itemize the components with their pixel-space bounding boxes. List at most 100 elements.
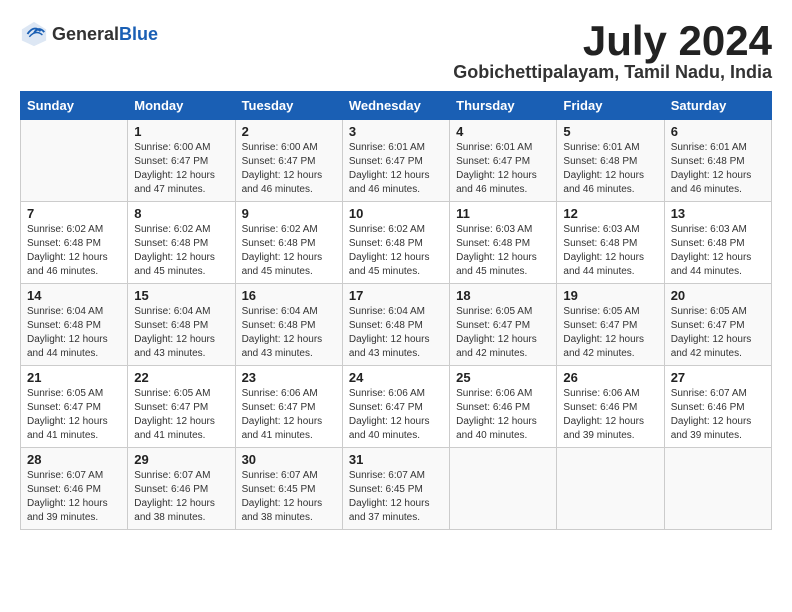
calendar-cell: 22 Sunrise: 6:05 AM Sunset: 6:47 PM Dayli… — [128, 366, 235, 448]
week-row-3: 14 Sunrise: 6:04 AM Sunset: 6:48 PM Dayli… — [21, 284, 772, 366]
calendar-cell: 9 Sunrise: 6:02 AM Sunset: 6:48 PM Daylig… — [235, 202, 342, 284]
cell-info: Sunrise: 6:05 AM Sunset: 6:47 PM Dayligh… — [563, 305, 657, 361]
calendar-cell: 20 Sunrise: 6:05 AM Sunset: 6:47 PM Dayli… — [664, 284, 771, 366]
cell-info: Sunrise: 6:03 AM Sunset: 6:48 PM Dayligh… — [563, 223, 657, 279]
cell-info: Sunrise: 6:04 AM Sunset: 6:48 PM Dayligh… — [242, 305, 336, 361]
calendar-cell: 11 Sunrise: 6:03 AM Sunset: 6:48 PM Dayli… — [450, 202, 557, 284]
column-header-saturday: Saturday — [664, 92, 771, 120]
week-row-2: 7 Sunrise: 6:02 AM Sunset: 6:48 PM Daylig… — [21, 202, 772, 284]
day-number: 12 — [563, 206, 657, 221]
cell-info: Sunrise: 6:03 AM Sunset: 6:48 PM Dayligh… — [456, 223, 550, 279]
calendar-cell: 17 Sunrise: 6:04 AM Sunset: 6:48 PM Dayli… — [342, 284, 449, 366]
logo: General Blue — [20, 20, 158, 48]
cell-info: Sunrise: 6:06 AM Sunset: 6:46 PM Dayligh… — [563, 387, 657, 443]
day-number: 5 — [563, 124, 657, 139]
calendar-cell: 16 Sunrise: 6:04 AM Sunset: 6:48 PM Dayli… — [235, 284, 342, 366]
cell-info: Sunrise: 6:07 AM Sunset: 6:46 PM Dayligh… — [27, 469, 121, 525]
day-number: 6 — [671, 124, 765, 139]
month-title: July 2024 — [453, 20, 772, 62]
day-number: 8 — [134, 206, 228, 221]
calendar-cell — [664, 448, 771, 530]
cell-info: Sunrise: 6:07 AM Sunset: 6:45 PM Dayligh… — [349, 469, 443, 525]
calendar-cell — [450, 448, 557, 530]
calendar-cell: 3Sunrise: 6:01 AM Sunset: 6:47 PM Daylig… — [342, 120, 449, 202]
logo-general: General — [52, 24, 119, 45]
calendar-cell: 8 Sunrise: 6:02 AM Sunset: 6:48 PM Daylig… — [128, 202, 235, 284]
cell-info: Sunrise: 6:01 AM Sunset: 6:47 PM Dayligh… — [349, 141, 443, 197]
day-number: 28 — [27, 452, 121, 467]
location-title: Gobichettipalayam, Tamil Nadu, India — [453, 62, 772, 83]
cell-info: Sunrise: 6:04 AM Sunset: 6:48 PM Dayligh… — [134, 305, 228, 361]
calendar-cell: 18 Sunrise: 6:05 AM Sunset: 6:47 PM Dayli… — [450, 284, 557, 366]
day-number: 20 — [671, 288, 765, 303]
cell-info: Sunrise: 6:05 AM Sunset: 6:47 PM Dayligh… — [671, 305, 765, 361]
cell-info: Sunrise: 6:04 AM Sunset: 6:48 PM Dayligh… — [349, 305, 443, 361]
calendar-cell: 14 Sunrise: 6:04 AM Sunset: 6:48 PM Dayli… — [21, 284, 128, 366]
day-number: 25 — [456, 370, 550, 385]
calendar-cell: 25 Sunrise: 6:06 AM Sunset: 6:46 PM Dayli… — [450, 366, 557, 448]
calendar-cell: 15 Sunrise: 6:04 AM Sunset: 6:48 PM Dayli… — [128, 284, 235, 366]
calendar-cell: 30Sunrise: 6:07 AM Sunset: 6:45 PM Dayli… — [235, 448, 342, 530]
column-header-friday: Friday — [557, 92, 664, 120]
calendar-cell: 23Sunrise: 6:06 AM Sunset: 6:47 PM Dayli… — [235, 366, 342, 448]
cell-info: Sunrise: 6:00 AM Sunset: 6:47 PM Dayligh… — [134, 141, 228, 197]
calendar-cell: 10 Sunrise: 6:02 AM Sunset: 6:48 PM Dayli… — [342, 202, 449, 284]
day-number: 18 — [456, 288, 550, 303]
day-number: 29 — [134, 452, 228, 467]
cell-info: Sunrise: 6:02 AM Sunset: 6:48 PM Dayligh… — [134, 223, 228, 279]
day-number: 17 — [349, 288, 443, 303]
column-header-sunday: Sunday — [21, 92, 128, 120]
logo-blue: Blue — [119, 24, 158, 45]
calendar-cell: 27Sunrise: 6:07 AM Sunset: 6:46 PM Dayli… — [664, 366, 771, 448]
logo-icon — [20, 20, 48, 48]
calendar-cell — [557, 448, 664, 530]
week-row-1: 1 Sunrise: 6:00 AM Sunset: 6:47 PM Daylig… — [21, 120, 772, 202]
header-row: SundayMondayTuesdayWednesdayThursdayFrid… — [21, 92, 772, 120]
week-row-4: 21 Sunrise: 6:05 AM Sunset: 6:47 PM Dayli… — [21, 366, 772, 448]
cell-info: Sunrise: 6:05 AM Sunset: 6:47 PM Dayligh… — [134, 387, 228, 443]
calendar-cell: 12 Sunrise: 6:03 AM Sunset: 6:48 PM Dayli… — [557, 202, 664, 284]
day-number: 26 — [563, 370, 657, 385]
calendar-cell: 24Sunrise: 6:06 AM Sunset: 6:47 PM Dayli… — [342, 366, 449, 448]
cell-info: Sunrise: 6:05 AM Sunset: 6:47 PM Dayligh… — [27, 387, 121, 443]
cell-info: Sunrise: 6:01 AM Sunset: 6:47 PM Dayligh… — [456, 141, 550, 197]
cell-info: Sunrise: 6:02 AM Sunset: 6:48 PM Dayligh… — [242, 223, 336, 279]
column-header-tuesday: Tuesday — [235, 92, 342, 120]
day-number: 16 — [242, 288, 336, 303]
calendar-cell: 5 Sunrise: 6:01 AM Sunset: 6:48 PM Daylig… — [557, 120, 664, 202]
calendar-cell: 28 Sunrise: 6:07 AM Sunset: 6:46 PM Dayli… — [21, 448, 128, 530]
calendar-table: SundayMondayTuesdayWednesdayThursdayFrid… — [20, 91, 772, 530]
calendar-cell: 21 Sunrise: 6:05 AM Sunset: 6:47 PM Dayli… — [21, 366, 128, 448]
calendar-cell: 26 Sunrise: 6:06 AM Sunset: 6:46 PM Dayli… — [557, 366, 664, 448]
day-number: 11 — [456, 206, 550, 221]
day-number: 13 — [671, 206, 765, 221]
cell-info: Sunrise: 6:01 AM Sunset: 6:48 PM Dayligh… — [563, 141, 657, 197]
day-number: 24 — [349, 370, 443, 385]
day-number: 7 — [27, 206, 121, 221]
calendar-cell: 31Sunrise: 6:07 AM Sunset: 6:45 PM Dayli… — [342, 448, 449, 530]
cell-info: Sunrise: 6:00 AM Sunset: 6:47 PM Dayligh… — [242, 141, 336, 197]
day-number: 22 — [134, 370, 228, 385]
cell-info: Sunrise: 6:06 AM Sunset: 6:47 PM Dayligh… — [242, 387, 336, 443]
calendar-cell: 1 Sunrise: 6:00 AM Sunset: 6:47 PM Daylig… — [128, 120, 235, 202]
day-number: 9 — [242, 206, 336, 221]
calendar-cell — [21, 120, 128, 202]
cell-info: Sunrise: 6:02 AM Sunset: 6:48 PM Dayligh… — [27, 223, 121, 279]
day-number: 21 — [27, 370, 121, 385]
day-number: 1 — [134, 124, 228, 139]
calendar-cell: 29Sunrise: 6:07 AM Sunset: 6:46 PM Dayli… — [128, 448, 235, 530]
calendar-cell: 2Sunrise: 6:00 AM Sunset: 6:47 PM Daylig… — [235, 120, 342, 202]
cell-info: Sunrise: 6:06 AM Sunset: 6:46 PM Dayligh… — [456, 387, 550, 443]
logo-text: General Blue — [52, 24, 158, 45]
cell-info: Sunrise: 6:02 AM Sunset: 6:48 PM Dayligh… — [349, 223, 443, 279]
day-number: 14 — [27, 288, 121, 303]
cell-info: Sunrise: 6:07 AM Sunset: 6:45 PM Dayligh… — [242, 469, 336, 525]
day-number: 15 — [134, 288, 228, 303]
cell-info: Sunrise: 6:05 AM Sunset: 6:47 PM Dayligh… — [456, 305, 550, 361]
day-number: 19 — [563, 288, 657, 303]
week-row-5: 28 Sunrise: 6:07 AM Sunset: 6:46 PM Dayli… — [21, 448, 772, 530]
day-number: 10 — [349, 206, 443, 221]
column-header-thursday: Thursday — [450, 92, 557, 120]
column-header-monday: Monday — [128, 92, 235, 120]
cell-info: Sunrise: 6:04 AM Sunset: 6:48 PM Dayligh… — [27, 305, 121, 361]
